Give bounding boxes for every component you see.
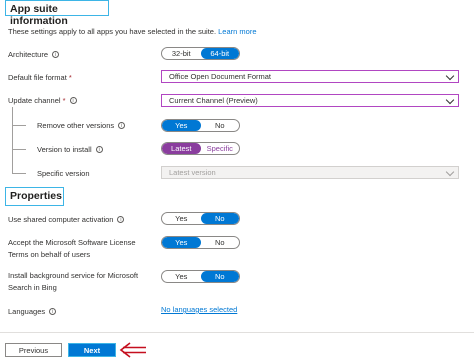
info-icon[interactable] <box>49 307 57 317</box>
version-to-install-label: Version to install <box>37 145 103 155</box>
remove-other-label: Remove other versions <box>37 121 126 131</box>
file-format-value: Office Open Document Format <box>169 72 271 81</box>
background-service-no-option[interactable]: No <box>200 271 239 282</box>
info-icon[interactable] <box>118 121 126 131</box>
update-channel-label: Update channel * <box>8 96 77 106</box>
version-to-install-label-text: Version to install <box>37 145 92 154</box>
architecture-64bit-option[interactable]: 64-bit <box>200 48 239 59</box>
update-channel-label-text: Update channel <box>8 96 61 105</box>
architecture-toggle[interactable]: 32-bit 64-bit <box>161 47 240 60</box>
shared-activation-label: Use shared computer activation <box>8 215 125 225</box>
languages-label: Languages <box>8 307 57 317</box>
previous-button[interactable]: Previous <box>5 343 62 357</box>
tree-branch <box>12 149 26 150</box>
info-icon[interactable] <box>52 50 60 60</box>
version-specific-option[interactable]: Specific <box>201 143 240 154</box>
properties-section-title: Properties <box>5 187 64 206</box>
accept-license-label: Accept the Microsoft Software License Te… <box>8 238 136 260</box>
version-latest-option[interactable]: Latest <box>162 143 201 154</box>
accept-license-label-line2: Terms on behalf of users <box>8 250 91 259</box>
learn-more-link[interactable]: Learn more <box>218 27 256 36</box>
shared-activation-no-option[interactable]: No <box>200 213 239 224</box>
info-icon[interactable] <box>95 145 103 155</box>
accept-license-label-line1: Accept the Microsoft Software License <box>8 238 136 247</box>
architecture-label: Architecture <box>8 50 60 60</box>
file-format-dropdown[interactable]: Office Open Document Format <box>161 70 459 83</box>
next-button[interactable]: Next <box>68 343 116 357</box>
accept-license-toggle[interactable]: Yes No <box>161 236 240 249</box>
accept-license-no-option[interactable]: No <box>201 237 240 248</box>
languages-label-text: Languages <box>8 307 46 316</box>
remove-other-toggle[interactable]: Yes No <box>161 119 240 132</box>
specific-version-label-text: Specific version <box>37 169 90 178</box>
background-service-label-line2: Search in Bing <box>8 283 57 292</box>
app-suite-description: These settings apply to all apps you hav… <box>8 27 257 36</box>
version-to-install-toggle[interactable]: Latest Specific <box>161 142 240 155</box>
info-icon[interactable] <box>69 96 77 106</box>
update-channel-value: Current Channel (Preview) <box>169 96 258 105</box>
specific-version-label: Specific version <box>37 169 90 179</box>
tree-branch <box>12 125 26 126</box>
update-channel-dropdown[interactable]: Current Channel (Preview) <box>161 94 459 107</box>
background-service-label-line1: Install background service for Microsoft <box>8 271 139 280</box>
background-service-toggle[interactable]: Yes No <box>161 270 240 283</box>
shared-activation-yes-option[interactable]: Yes <box>162 213 201 224</box>
specific-version-placeholder: Latest version <box>169 168 216 177</box>
arrow-left-icon <box>119 342 146 358</box>
app-suite-section-title: App suite information <box>5 0 109 27</box>
description-text: These settings apply to all apps you hav… <box>8 27 217 36</box>
shared-activation-label-text: Use shared computer activation <box>8 215 114 224</box>
tree-line <box>12 107 13 173</box>
remove-other-yes-option[interactable]: Yes <box>162 120 201 131</box>
file-format-label-text: Default file format <box>8 73 67 82</box>
required-marker: * <box>68 73 72 82</box>
chevron-down-icon <box>445 167 455 177</box>
shared-activation-toggle[interactable]: Yes No <box>161 212 240 225</box>
languages-link[interactable]: No languages selected <box>161 305 237 314</box>
remove-other-label-text: Remove other versions <box>37 121 115 130</box>
background-service-label: Install background service for Microsoft… <box>8 271 138 293</box>
file-format-label: Default file format * <box>8 73 72 83</box>
accept-license-yes-option[interactable]: Yes <box>162 237 201 248</box>
chevron-down-icon <box>445 95 455 105</box>
background-service-yes-option[interactable]: Yes <box>162 271 201 282</box>
chevron-down-icon <box>445 71 455 81</box>
tree-branch <box>12 173 26 174</box>
required-marker: * <box>62 96 66 105</box>
remove-other-no-option[interactable]: No <box>201 120 240 131</box>
architecture-32bit-option[interactable]: 32-bit <box>162 48 201 59</box>
specific-version-dropdown: Latest version <box>161 166 459 179</box>
info-icon[interactable] <box>117 215 125 225</box>
architecture-label-text: Architecture <box>8 50 49 59</box>
footer-divider <box>0 332 474 333</box>
